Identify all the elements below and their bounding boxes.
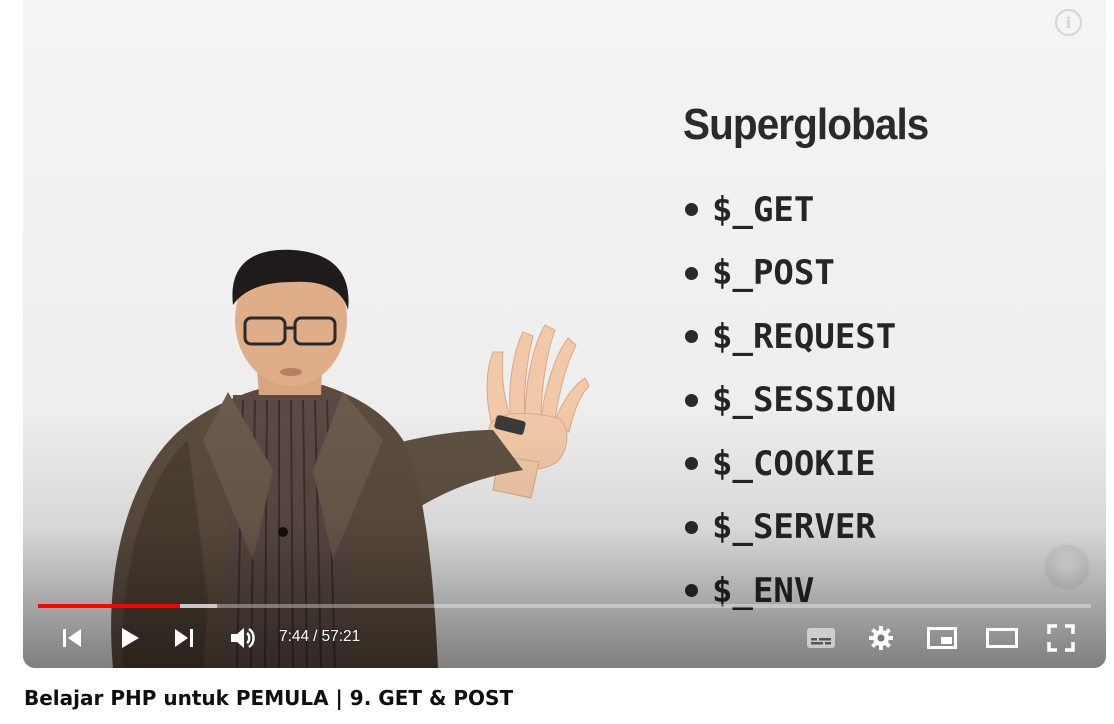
fullscreen-button[interactable] — [1045, 612, 1077, 664]
miniplayer-button[interactable] — [925, 612, 959, 664]
slide-bullet-item: $_POST — [685, 242, 896, 306]
bullet-dot-icon — [685, 584, 698, 598]
slide-bullet-item: $_GET — [685, 178, 896, 242]
info-icon[interactable]: i — [1055, 9, 1082, 36]
fullscreen-icon — [1047, 624, 1075, 652]
time-display: 7:44 / 57:21 — [279, 628, 360, 646]
progress-played — [38, 604, 180, 608]
bullet-dot-icon — [685, 520, 698, 534]
slide-bullet-item: $_SERVER — [685, 496, 896, 560]
slide-bullet-item: $_SESSION — [685, 369, 896, 433]
play-icon — [122, 628, 139, 648]
next-icon — [175, 629, 193, 647]
bullet-dot-icon — [685, 330, 698, 344]
settings-gear-icon — [869, 626, 893, 650]
previous-icon — [63, 629, 81, 647]
theater-mode-button[interactable] — [984, 612, 1020, 664]
presenter-figure — [111, 249, 590, 668]
channel-watermark[interactable] — [1043, 543, 1091, 591]
player-controls: 7:44 / 57:21 — [23, 612, 1106, 664]
slide-title: Superglobals — [683, 100, 929, 149]
bullet-dot-icon — [685, 266, 698, 280]
subtitles-button[interactable] — [805, 612, 837, 664]
bullet-dot-icon — [685, 203, 698, 217]
video-player[interactable]: Superglobals $_GET $_POST $_REQUEST $_SE… — [23, 0, 1106, 668]
slide-bullet-item: $_COOKIE — [685, 432, 896, 496]
previous-button[interactable] — [57, 612, 87, 664]
volume-button[interactable] — [227, 612, 259, 664]
volume-icon — [231, 627, 255, 649]
raised-hand — [486, 324, 590, 499]
settings-button[interactable] — [866, 612, 896, 664]
slide-bullet-item: $_REQUEST — [685, 305, 896, 369]
subtitles-icon — [807, 628, 835, 648]
video-title[interactable]: Belajar PHP untuk PEMULA | 9. GET & POST — [24, 686, 513, 710]
progress-bar[interactable] — [38, 604, 1091, 608]
miniplayer-icon — [927, 627, 957, 649]
next-button[interactable] — [169, 612, 199, 664]
duration: 57:21 — [321, 628, 361, 645]
slide-bullet-list: $_GET $_POST $_REQUEST $_SESSION $_COOKI… — [685, 178, 896, 623]
play-button[interactable] — [115, 612, 145, 664]
bullet-dot-icon — [685, 393, 698, 407]
theater-mode-icon — [986, 628, 1018, 648]
bullet-dot-icon — [685, 457, 698, 471]
time-separator: / — [313, 628, 318, 645]
current-time: 7:44 — [279, 628, 310, 645]
